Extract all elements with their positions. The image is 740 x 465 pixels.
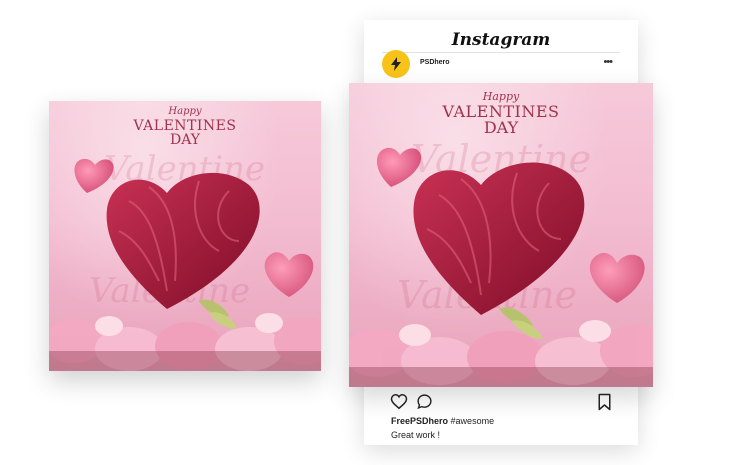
post-comment: Great work ! — [391, 430, 441, 440]
comment-icon[interactable] — [416, 393, 433, 410]
small-heart — [376, 147, 422, 187]
instagram-logo: Instagram — [451, 30, 551, 50]
post-image[interactable]: Valentine Valentine Happy VALENTINES DAY — [349, 83, 653, 387]
valentine-art — [349, 147, 653, 387]
small-heart — [74, 158, 114, 193]
more-icon[interactable]: ••• — [603, 56, 613, 68]
small-heart — [264, 252, 314, 297]
bookmark-icon[interactable] — [597, 393, 612, 411]
small-heart — [589, 252, 645, 303]
post-username[interactable]: PSDhero — [420, 59, 450, 66]
caption-hashtag[interactable]: #awesome — [451, 416, 495, 426]
post-caption: FreePSDhero #awesome — [391, 416, 494, 426]
flyer-left: Valentine Valentine Happy VALENTINES DAY — [49, 101, 321, 371]
caption-username[interactable]: FreePSDhero — [391, 416, 448, 426]
valentine-art — [49, 158, 321, 371]
lightning-bolt-icon — [391, 57, 401, 71]
header-divider — [382, 52, 620, 53]
heart-icon[interactable] — [390, 393, 408, 410]
avatar[interactable] — [382, 50, 410, 78]
